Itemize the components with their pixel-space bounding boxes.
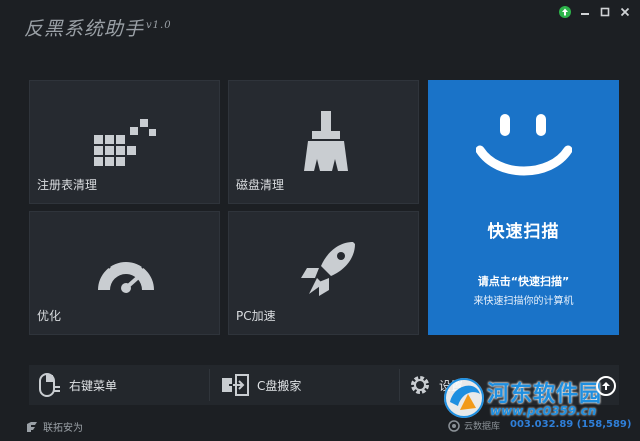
c-disk-move-button[interactable]: C盘搬家 — [221, 365, 301, 405]
upload-button[interactable] — [596, 376, 616, 396]
app-window: 反黑系统助手 v1.0 注册表清理 磁盘清理 优化 PC加速 快速扫描 请点击“… — [0, 0, 640, 441]
c-disk-label: C盘搬家 — [257, 378, 302, 393]
gear-icon — [411, 376, 429, 394]
grid-blocks-icon — [94, 119, 156, 166]
window-controls — [558, 5, 632, 19]
broom-icon — [304, 111, 348, 171]
right-menu-button[interactable]: 右键菜单 — [37, 365, 117, 405]
update-icon[interactable] — [558, 5, 572, 19]
quick-scan-hint: 请点击“快速扫描” — [477, 275, 570, 288]
smiley-icon — [476, 114, 572, 176]
tile-registry-clean[interactable]: 注册表清理 — [29, 80, 220, 204]
tile-optimize[interactable]: 优化 — [29, 211, 220, 335]
tile-optimize-label: 优化 — [37, 309, 62, 323]
app-title: 反黑系统助手 v1.0 — [24, 18, 172, 40]
tile-disk-clean[interactable]: 磁盘清理 — [228, 80, 419, 204]
toolbar-divider — [209, 369, 210, 401]
watermark-url: www.pc0359.cn — [490, 404, 597, 418]
rocket-icon — [301, 242, 355, 296]
footer-brand: 联拓安为 — [26, 419, 83, 434]
mouse-icon — [39, 373, 60, 397]
quick-scan-subhint: 来快速扫描你的计算机 — [473, 296, 574, 307]
move-box-icon — [222, 374, 249, 396]
minimize-button[interactable] — [578, 5, 592, 19]
quick-scan-tile[interactable]: 快速扫描 请点击“快速扫描” 来快速扫描你的计算机 — [428, 80, 619, 335]
right-menu-label: 右键菜单 — [69, 378, 118, 393]
gauge-icon — [98, 256, 154, 293]
cloud-db-icon — [448, 419, 460, 432]
tile-disk-label: 磁盘清理 — [236, 178, 285, 192]
tile-registry-label: 注册表清理 — [37, 178, 98, 192]
tile-pc-label: PC加速 — [236, 309, 276, 323]
maximize-button[interactable] — [598, 5, 612, 19]
up-arrow-icon — [602, 382, 610, 390]
footer-db-label: 云数据库 — [464, 422, 501, 432]
quick-scan-title: 快速扫描 — [487, 222, 560, 242]
brand-logo-icon — [27, 421, 37, 432]
footer-db: 云数据库 — [448, 419, 500, 432]
footer-version: 003.032.89 (158,589) — [510, 419, 632, 430]
tile-pc-speedup[interactable]: PC加速 — [228, 211, 419, 335]
app-version: v1.0 — [146, 19, 172, 31]
close-button[interactable] — [618, 5, 632, 19]
footer-brand-label: 联拓安为 — [43, 423, 83, 434]
toolbar-divider — [399, 369, 400, 401]
